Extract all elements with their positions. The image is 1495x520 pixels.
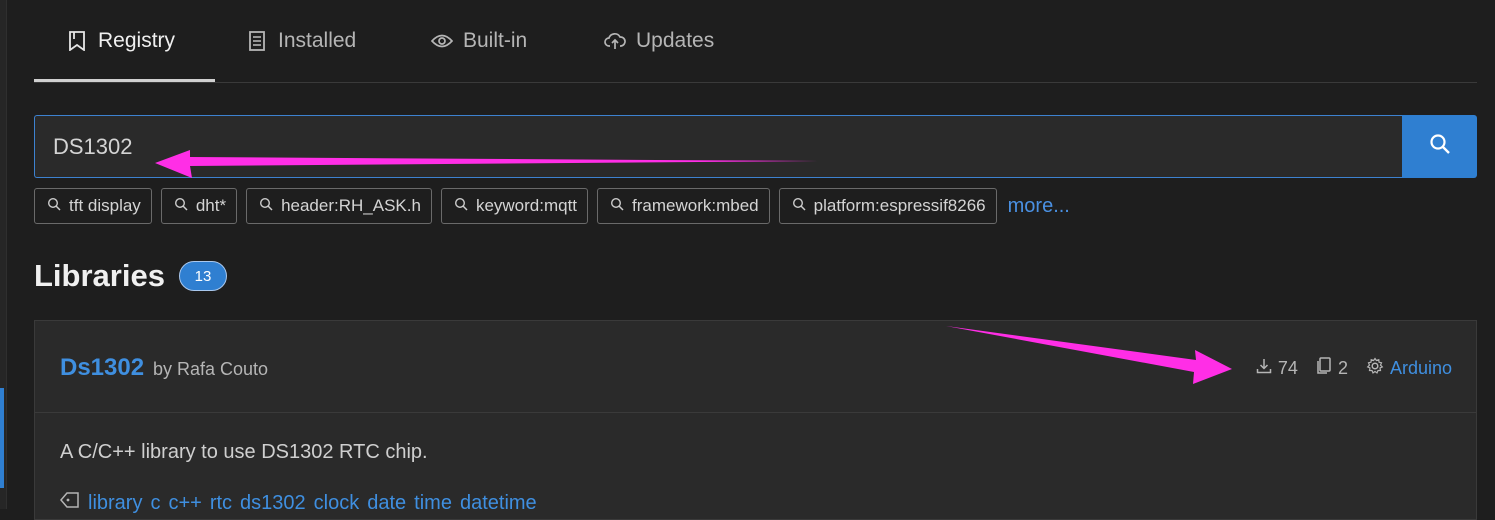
- search-icon: [1429, 133, 1451, 160]
- search-icon: [610, 196, 624, 216]
- copy-icon: [1316, 357, 1332, 380]
- tag-link[interactable]: c++: [168, 492, 201, 515]
- download-icon: [1256, 358, 1272, 379]
- suggestion-chip[interactable]: platform:espressif8266: [778, 188, 997, 224]
- platform-stat: Arduino: [1366, 357, 1452, 380]
- tag-link[interactable]: datetime: [460, 492, 537, 515]
- tab-label: Installed: [278, 29, 357, 52]
- examples-stat: 2: [1316, 357, 1348, 380]
- search-button[interactable]: [1402, 115, 1477, 178]
- search-bar: [34, 115, 1477, 178]
- tag-link[interactable]: c: [150, 492, 160, 515]
- library-card: Ds1302 by Rafa Couto 74 2 Arduino A C/C+…: [34, 320, 1477, 520]
- library-stats: 74 2 Arduino: [1256, 357, 1452, 380]
- bookmark-icon: [66, 30, 88, 52]
- suggestion-chip[interactable]: header:RH_ASK.h: [246, 188, 432, 224]
- tag-link[interactable]: library: [88, 492, 142, 515]
- cloud-upload-icon: [604, 30, 626, 52]
- tag-link[interactable]: rtc: [210, 492, 232, 515]
- downloads-stat: 74: [1256, 358, 1298, 379]
- chip-label: tft display: [69, 196, 141, 215]
- tag-link[interactable]: clock: [314, 492, 360, 515]
- active-indicator: [0, 388, 4, 488]
- tab-label: Built-in: [463, 29, 528, 52]
- tab-updates[interactable]: Updates: [604, 0, 714, 82]
- section-title: Libraries: [34, 258, 165, 293]
- tab-registry[interactable]: Registry: [66, 0, 175, 82]
- tag-link[interactable]: date: [367, 492, 406, 515]
- chip-label: dht*: [195, 196, 227, 215]
- suggestion-chip[interactable]: tft display: [34, 188, 152, 224]
- tag-icon: [60, 491, 80, 515]
- eye-icon: [431, 30, 453, 52]
- search-icon: [792, 196, 806, 216]
- downloads-count: 74: [1277, 358, 1298, 378]
- tab-label: Registry: [98, 29, 176, 52]
- suggestion-chip[interactable]: framework:mbed: [597, 188, 770, 224]
- tab-bar: Registry Installed Built-in Updates: [34, 0, 1477, 83]
- libraries-heading: Libraries 13: [34, 258, 227, 294]
- chip-label: keyword:mqtt: [475, 196, 578, 215]
- library-card-header: Ds1302 by Rafa Couto 74 2 Arduino: [35, 321, 1476, 413]
- library-tags: library c c++ rtc ds1302 clock date time…: [60, 491, 537, 515]
- result-count-badge: 13: [178, 261, 227, 291]
- chip-label: header:RH_ASK.h: [281, 196, 421, 215]
- search-input[interactable]: [34, 115, 1402, 178]
- suggestion-chip[interactable]: dht*: [160, 188, 238, 224]
- examples-count: 2: [1337, 358, 1348, 378]
- search-suggestions: tft display dht* header:RH_ASK.h keyword…: [34, 187, 1070, 225]
- search-icon: [259, 196, 273, 216]
- search-icon: [174, 196, 188, 216]
- tab-installed[interactable]: Installed: [246, 0, 356, 82]
- tab-built-in[interactable]: Built-in: [431, 0, 527, 82]
- library-description: A C/C++ library to use DS1302 RTC chip.: [60, 441, 428, 463]
- gear-icon: [1366, 357, 1384, 380]
- installed-icon: [246, 30, 268, 52]
- tab-label: Updates: [636, 29, 715, 52]
- chip-label: platform:espressif8266: [813, 196, 986, 215]
- suggestion-chip[interactable]: keyword:mqtt: [440, 188, 589, 224]
- platform-link[interactable]: Arduino: [1390, 358, 1452, 379]
- search-icon: [454, 196, 468, 216]
- more-suggestions-link[interactable]: more...: [1008, 195, 1070, 218]
- chip-label: framework:mbed: [632, 196, 759, 215]
- library-name-link[interactable]: Ds1302: [60, 354, 144, 382]
- active-tab-underline: [34, 79, 215, 82]
- tag-link[interactable]: time: [414, 492, 452, 515]
- search-icon: [47, 196, 61, 216]
- tag-link[interactable]: ds1302: [240, 492, 306, 515]
- library-author: by Rafa Couto: [153, 359, 269, 379]
